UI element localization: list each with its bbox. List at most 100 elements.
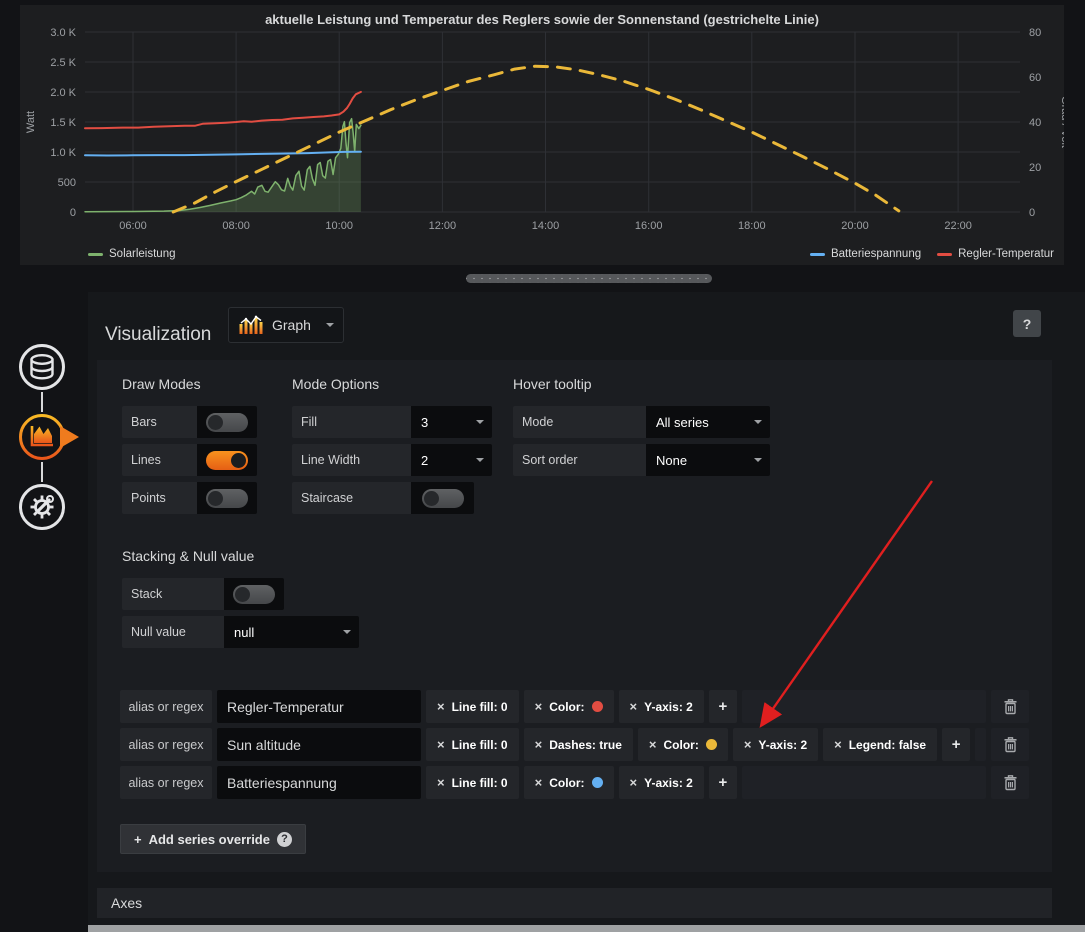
legend-right-group: Batteriespannung Regler-Temperatur: [810, 248, 1054, 260]
override-tag-line-fill[interactable]: × Line fill: 0: [426, 766, 519, 799]
remove-icon: ×: [437, 737, 445, 752]
override-tag-legend[interactable]: × Legend: false: [823, 728, 937, 761]
override-tag-line-fill[interactable]: × Line fill: 0: [426, 728, 519, 761]
fill-select[interactable]: 3: [411, 406, 492, 438]
legend-item-solarleistung[interactable]: Solarleistung: [88, 248, 175, 260]
delete-override-button[interactable]: [991, 690, 1029, 723]
svg-text:3.0 K: 3.0 K: [50, 27, 76, 39]
legend-item-regler-temperatur[interactable]: Regler-Temperatur: [937, 248, 1054, 260]
remove-icon: ×: [437, 699, 445, 714]
tab-queries[interactable]: [17, 342, 67, 392]
svg-text:10:00: 10:00: [325, 220, 353, 232]
points-label: Points: [122, 482, 197, 514]
help-button[interactable]: ?: [1013, 310, 1041, 337]
group-heading: Stacking & Null value: [122, 546, 359, 566]
svg-text:20: 20: [1029, 162, 1041, 174]
tab-connector: [41, 392, 43, 412]
graph-legend: Solarleistung Batteriespannung Regler-Te…: [20, 248, 1064, 260]
chevron-down-icon: [476, 458, 484, 462]
lines-toggle[interactable]: [197, 444, 257, 476]
help-circle-icon: ?: [277, 832, 292, 847]
override-tag-color[interactable]: × Color:: [638, 728, 728, 761]
delete-override-button[interactable]: [991, 728, 1029, 761]
line-width-select[interactable]: 2: [411, 444, 492, 476]
alias-input[interactable]: [217, 766, 421, 799]
panel-title: aktuelle Leistung und Temperatur des Reg…: [20, 12, 1064, 27]
chevron-down-icon: [343, 630, 351, 634]
svg-text:Watt: Watt: [25, 111, 37, 133]
legend-label: Batteriespannung: [831, 248, 921, 260]
remove-icon: ×: [437, 775, 445, 790]
display-options-section: Draw Modes Bars Lines Points M: [97, 360, 1052, 872]
gear-wrench-icon: [17, 482, 67, 532]
panel-resize-handle[interactable]: [466, 274, 712, 283]
color-dot: [706, 739, 717, 750]
svg-text:60: 60: [1029, 72, 1041, 84]
chevron-down-icon: [754, 458, 762, 462]
tab-connector: [41, 462, 43, 482]
trash-icon: [1003, 698, 1018, 715]
override-tag-color[interactable]: × Color:: [524, 690, 614, 723]
line-width-label: Line Width: [292, 444, 411, 476]
override-row-sun-altitude: alias or regex × Line fill: 0 × Dashes: …: [120, 728, 1029, 761]
group-heading: Hover tooltip: [513, 374, 770, 394]
legend-swatch: [88, 253, 103, 256]
chevron-down-icon: [476, 420, 484, 424]
axes-section-header[interactable]: Axes: [97, 888, 1052, 918]
legend-swatch: [810, 253, 825, 256]
alias-input[interactable]: [217, 728, 421, 761]
editor-tab-strip: [17, 342, 87, 532]
bars-label: Bars: [122, 406, 197, 438]
override-tag-line-fill[interactable]: × Line fill: 0: [426, 690, 519, 723]
viz-type-picker[interactable]: Graph: [228, 307, 344, 343]
staircase-label: Staircase: [292, 482, 411, 514]
svg-text:12:00: 12:00: [429, 220, 457, 232]
svg-text:Grad / Volt: Grad / Volt: [1059, 96, 1064, 148]
plus-icon: +: [134, 832, 142, 847]
null-value-select[interactable]: null: [224, 616, 359, 648]
override-tag-dashes[interactable]: × Dashes: true: [524, 728, 633, 761]
trash-icon: [1003, 774, 1018, 791]
tab-visualization[interactable]: [17, 412, 81, 462]
trash-icon: [1003, 736, 1018, 753]
legend-item-batteriespannung[interactable]: Batteriespannung: [810, 248, 921, 260]
svg-text:1.0 K: 1.0 K: [50, 147, 76, 159]
add-override-option-button[interactable]: +: [942, 728, 970, 761]
svg-text:06:00: 06:00: [119, 220, 147, 232]
svg-text:22:00: 22:00: [944, 220, 972, 232]
svg-text:08:00: 08:00: [222, 220, 250, 232]
alias-label: alias or regex: [120, 690, 212, 723]
sort-order-select[interactable]: None: [646, 444, 770, 476]
svg-text:1.5 K: 1.5 K: [50, 117, 76, 129]
delete-override-button[interactable]: [991, 766, 1029, 799]
svg-text:2.5 K: 2.5 K: [50, 57, 76, 69]
chevron-down-icon: [326, 323, 334, 327]
row-filler: [742, 690, 986, 723]
add-override-option-button[interactable]: +: [709, 690, 737, 723]
stack-toggle[interactable]: [224, 578, 284, 610]
bars-toggle[interactable]: [197, 406, 257, 438]
remove-icon: ×: [744, 737, 752, 752]
draw-modes-group: Draw Modes Bars Lines Points: [122, 374, 257, 520]
hover-tooltip-group: Hover tooltip Mode All series Sort order…: [513, 374, 770, 482]
staircase-toggle[interactable]: [411, 482, 474, 514]
override-tag-y-axis[interactable]: × Y-axis: 2: [619, 766, 704, 799]
group-heading: Draw Modes: [122, 374, 257, 394]
tab-general[interactable]: [17, 482, 67, 532]
override-tag-color[interactable]: × Color:: [524, 766, 614, 799]
svg-text:0: 0: [1029, 207, 1035, 219]
add-override-option-button[interactable]: +: [709, 766, 737, 799]
add-series-override-button[interactable]: + Add series override ?: [120, 824, 306, 854]
override-tag-y-axis[interactable]: × Y-axis: 2: [619, 690, 704, 723]
stack-label: Stack: [122, 578, 224, 610]
alias-input[interactable]: [217, 690, 421, 723]
graph-icon: [17, 412, 81, 462]
mode-options-group: Mode Options Fill 3 Line Width 2 Stairca…: [292, 374, 492, 520]
svg-text:40: 40: [1029, 117, 1041, 129]
tooltip-mode-select[interactable]: All series: [646, 406, 770, 438]
svg-text:2.0 K: 2.0 K: [50, 87, 76, 99]
graph-plot: 0 500 1.0 K 1.5 K 2.0 K 2.5 K 3.0 K 06:0…: [20, 5, 1064, 265]
override-tag-y-axis[interactable]: × Y-axis: 2: [733, 728, 818, 761]
points-toggle[interactable]: [197, 482, 257, 514]
horizontal-scrollbar[interactable]: [88, 925, 1085, 932]
